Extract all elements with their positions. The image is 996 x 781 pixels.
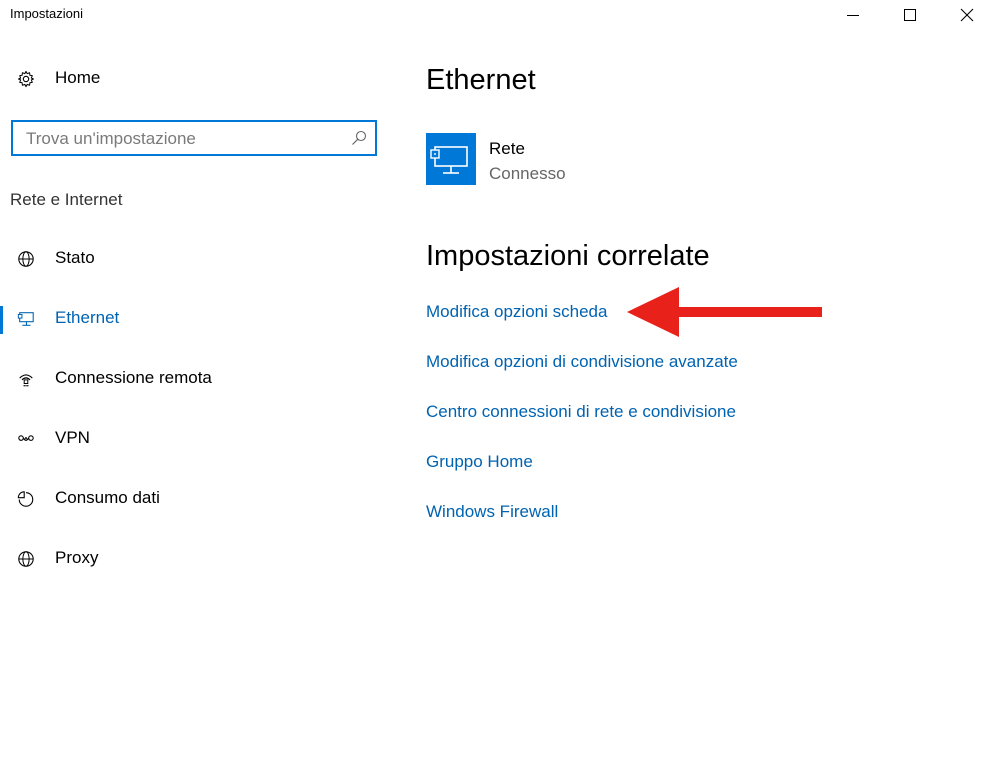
network-tile[interactable]: Rete Connesso bbox=[426, 133, 726, 189]
sidebar-item-label: Connessione remota bbox=[55, 368, 212, 387]
minimize-icon bbox=[847, 15, 859, 16]
sidebar-item-proxy[interactable]: Proxy bbox=[0, 536, 392, 584]
gear-icon bbox=[18, 70, 34, 88]
sidebar-item-ethernet[interactable]: Ethernet bbox=[0, 296, 392, 344]
close-button[interactable] bbox=[944, 0, 990, 30]
sidebar-item-label: Consumo dati bbox=[55, 488, 160, 507]
related-settings-title: Impostazioni correlate bbox=[426, 240, 710, 272]
minimize-button[interactable] bbox=[830, 0, 876, 30]
sidebar-item-label: Stato bbox=[55, 248, 95, 267]
link-centro-connessioni[interactable]: Centro connessioni di rete e condivision… bbox=[426, 402, 736, 422]
link-modifica-opzioni-scheda[interactable]: Modifica opzioni scheda bbox=[426, 302, 607, 322]
search-icon[interactable] bbox=[351, 130, 367, 146]
window-title: Impostazioni bbox=[10, 6, 83, 21]
link-opzioni-condivisione-avanzate[interactable]: Modifica opzioni di condivisione avanzat… bbox=[426, 352, 738, 372]
close-icon bbox=[960, 8, 974, 22]
sidebar-item-label: Ethernet bbox=[55, 308, 120, 327]
home-label: Home bbox=[55, 68, 101, 87]
title-bar: Impostazioni bbox=[0, 0, 996, 30]
ethernet-icon bbox=[17, 312, 34, 326]
network-icon-box bbox=[426, 133, 476, 185]
settings-window: Impostazioni Home Trova un'impostazione … bbox=[0, 0, 996, 781]
network-name: Rete bbox=[489, 139, 525, 158]
sidebar-item-home[interactable]: Home bbox=[0, 56, 392, 104]
data-usage-icon bbox=[17, 491, 34, 507]
network-status: Connesso bbox=[489, 164, 566, 183]
sidebar-item-label: Proxy bbox=[55, 548, 99, 567]
annotation-arrow-icon bbox=[627, 287, 822, 337]
sidebar-item-consumo-dati[interactable]: Consumo dati bbox=[0, 476, 392, 524]
page-title: Ethernet bbox=[426, 64, 536, 96]
link-gruppo-home[interactable]: Gruppo Home bbox=[426, 452, 533, 472]
search-input[interactable]: Trova un'impostazione bbox=[11, 120, 377, 156]
dialup-icon bbox=[19, 374, 33, 387]
link-windows-firewall[interactable]: Windows Firewall bbox=[426, 502, 558, 522]
sidebar-item-connessione-remota[interactable]: Connessione remota bbox=[0, 356, 392, 404]
section-heading: Rete e Internet bbox=[10, 190, 123, 209]
ethernet-monitor-icon bbox=[430, 146, 468, 174]
maximize-button[interactable] bbox=[887, 0, 933, 30]
maximize-icon bbox=[904, 9, 916, 21]
globe-icon bbox=[18, 551, 34, 567]
search-placeholder: Trova un'impostazione bbox=[26, 129, 196, 148]
vpn-icon bbox=[18, 435, 34, 441]
sidebar-item-label: VPN bbox=[55, 428, 90, 447]
sidebar-item-stato[interactable]: Stato bbox=[0, 236, 392, 284]
globe-icon bbox=[18, 251, 34, 267]
sidebar-item-vpn[interactable]: VPN bbox=[0, 416, 392, 464]
active-indicator bbox=[0, 306, 3, 334]
